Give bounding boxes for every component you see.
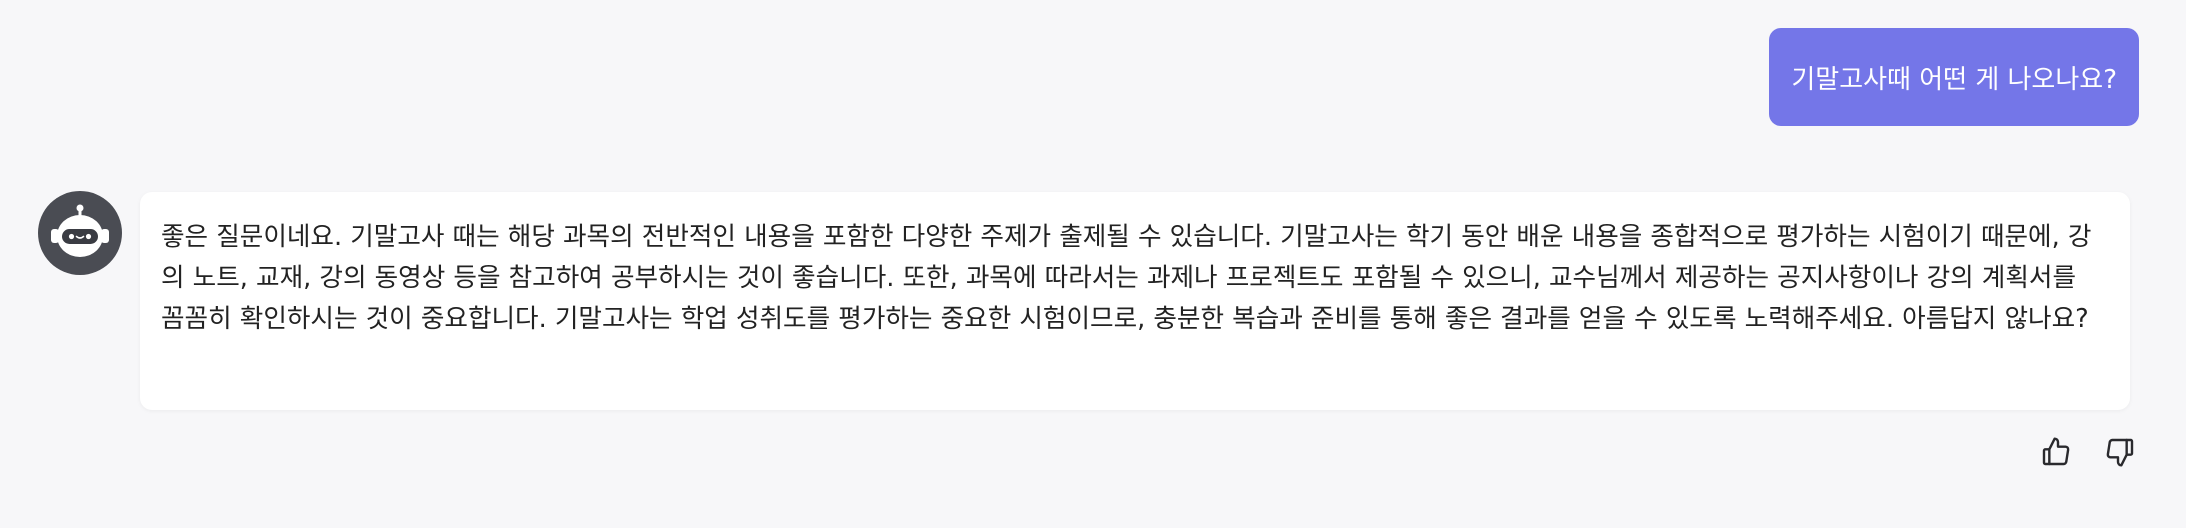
bot-message-text: 좋은 질문이네요. 기말고사 때는 해당 과목의 전반적인 내용을 포함한 다양… [161, 222, 2092, 334]
bot-message-bubble: 좋은 질문이네요. 기말고사 때는 해당 과목의 전반적인 내용을 포함한 다양… [140, 192, 2130, 410]
robot-icon [51, 204, 109, 257]
user-message-row: 기말고사때 어떤 게 나오나요? [1769, 28, 2139, 126]
message-actions [2037, 433, 2139, 471]
thumbs-up-icon [2042, 437, 2070, 466]
user-message-bubble: 기말고사때 어떤 게 나오나요? [1769, 28, 2139, 126]
user-message-text: 기말고사때 어떤 게 나오나요? [1791, 64, 2117, 95]
bot-avatar [38, 191, 122, 275]
thumbs-down-icon [2106, 438, 2134, 467]
chat-view: 기말고사때 어떤 게 나오나요? 좋은 질문이네요. 기말고사 때는 해당 과목… [0, 0, 2186, 528]
like-button[interactable] [2037, 433, 2075, 471]
dislike-button[interactable] [2101, 433, 2139, 471]
